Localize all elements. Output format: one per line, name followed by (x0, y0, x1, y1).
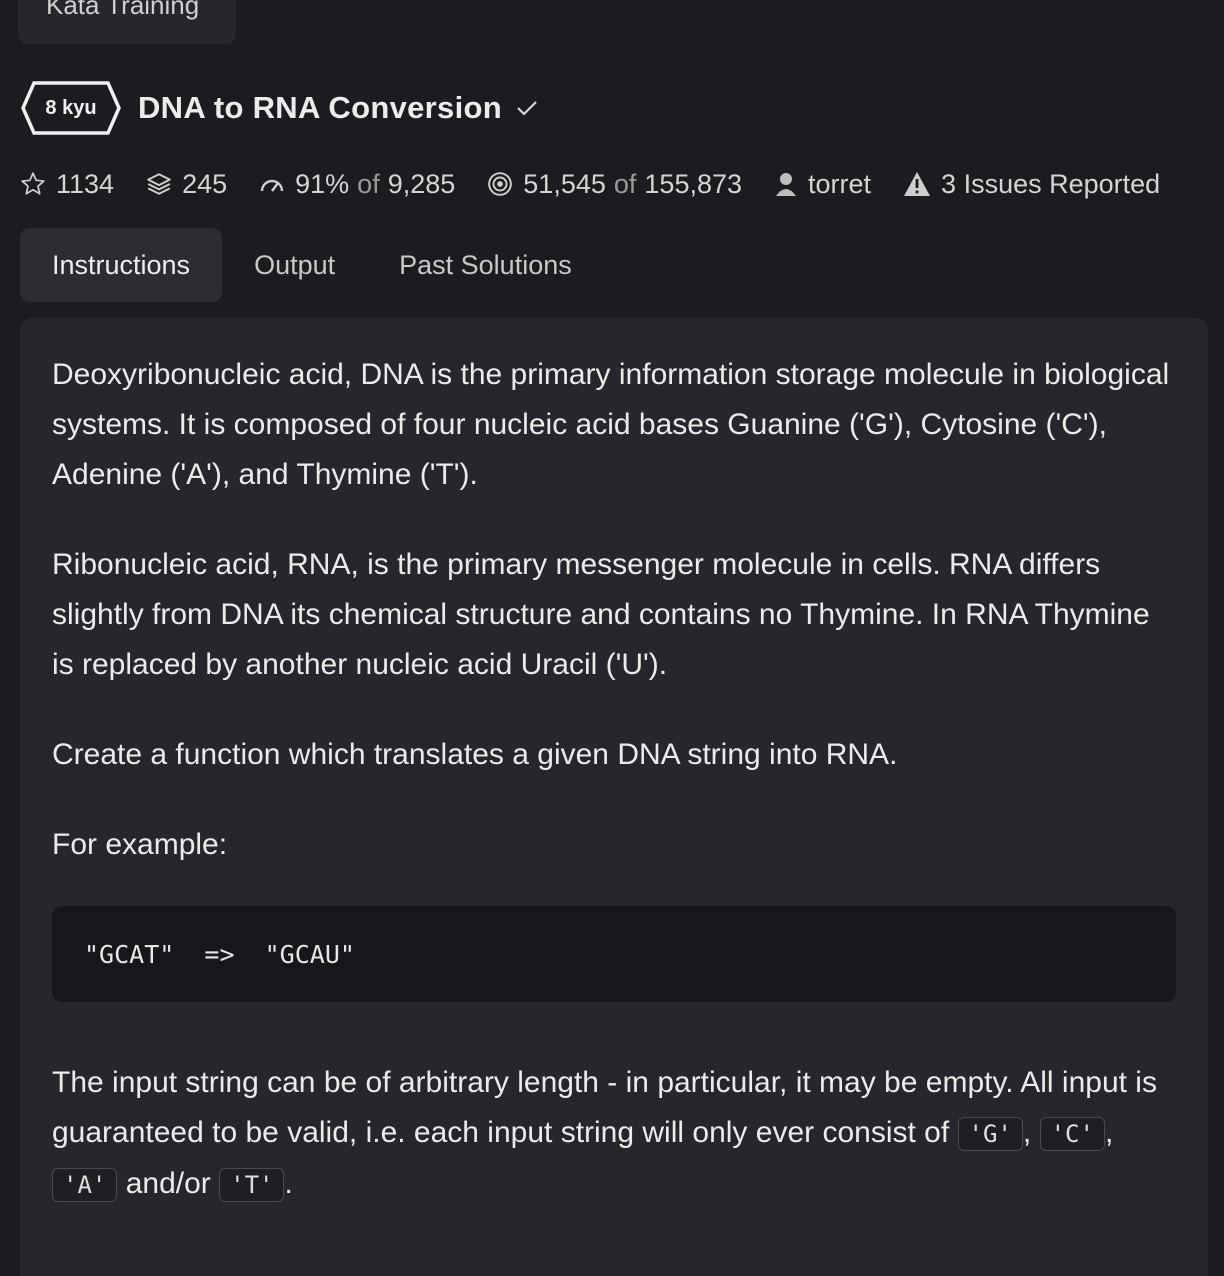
star-icon (20, 171, 46, 197)
kata-title: DNA to RNA Conversion (138, 90, 502, 125)
rank-badge: 8 kyu (20, 80, 122, 136)
kata-title-row: 8 kyu DNA to RNA Conversion (20, 78, 538, 138)
satisfaction-stat: 91% of 9,285 (259, 169, 455, 200)
user-icon (774, 171, 798, 197)
instructions-paragraph-5: The input string can be of arbitrary len… (52, 1058, 1176, 1210)
author-stat[interactable]: torret (774, 169, 871, 200)
example-code-block: "GCAT" => "GCAU" (52, 906, 1176, 1002)
paragraph-end: . (284, 1167, 293, 1200)
instructions-paragraph-2: Ribonucleic acid, RNA, is the primary me… (52, 548, 1150, 681)
layers-icon (146, 171, 172, 197)
separator-1: , (1022, 1116, 1032, 1149)
rank-label: 8 kyu (45, 96, 97, 119)
kata-training-button[interactable]: Kata Training (18, 0, 236, 44)
tab-past-solutions[interactable]: Past Solutions (367, 228, 604, 302)
instructions-paragraph-3: Create a function which translates a giv… (52, 738, 898, 771)
stars-count: 1134 (56, 168, 115, 199)
instructions-panel: Deoxyribonucleic acid, DNA is the primar… (20, 318, 1208, 1276)
inline-code-a: 'A' (52, 1168, 118, 1202)
completed-count: 51,545 (523, 168, 606, 199)
instructions-paragraph-1: Deoxyribonucleic acid, DNA is the primar… (52, 358, 1170, 491)
author-name: torret (808, 168, 872, 199)
warning-icon (903, 171, 931, 197)
tab-output[interactable]: Output (222, 228, 367, 302)
completions-stat: 51,545 of 155,873 (487, 169, 742, 200)
inline-code-t: 'T' (219, 1168, 285, 1202)
stars-stat[interactable]: 1134 (20, 169, 114, 200)
instructions-paragraph-4: For example: (52, 828, 228, 861)
of-label-2: of (613, 168, 637, 199)
inline-code-g: 'G' (957, 1117, 1023, 1151)
attempted-count: 155,873 (644, 168, 743, 199)
satisfaction-votes: 9,285 (387, 168, 456, 199)
collections-stat[interactable]: 245 (146, 169, 227, 200)
collections-count: 245 (182, 168, 228, 199)
satisfaction-pct: 91% (295, 168, 350, 199)
of-label: of (357, 168, 380, 199)
kata-training-label: Kata Training (46, 0, 200, 20)
and-or-text: and/or (125, 1167, 211, 1200)
separator-2: , (1104, 1116, 1114, 1149)
tab-instructions[interactable]: Instructions (20, 228, 223, 302)
issues-stat[interactable]: 3 Issues Reported (903, 169, 1160, 200)
inline-code-c: 'C' (1039, 1117, 1105, 1151)
kata-tabs: Instructions Output Past Solutions (20, 228, 604, 302)
gauge-icon (259, 174, 285, 194)
target-icon (487, 171, 513, 197)
issues-count: 3 Issues Reported (941, 168, 1161, 199)
completed-check-icon (516, 99, 538, 117)
kata-stats: 1134 245 91% of 9,285 51,545 of 155,873 … (20, 164, 1160, 204)
